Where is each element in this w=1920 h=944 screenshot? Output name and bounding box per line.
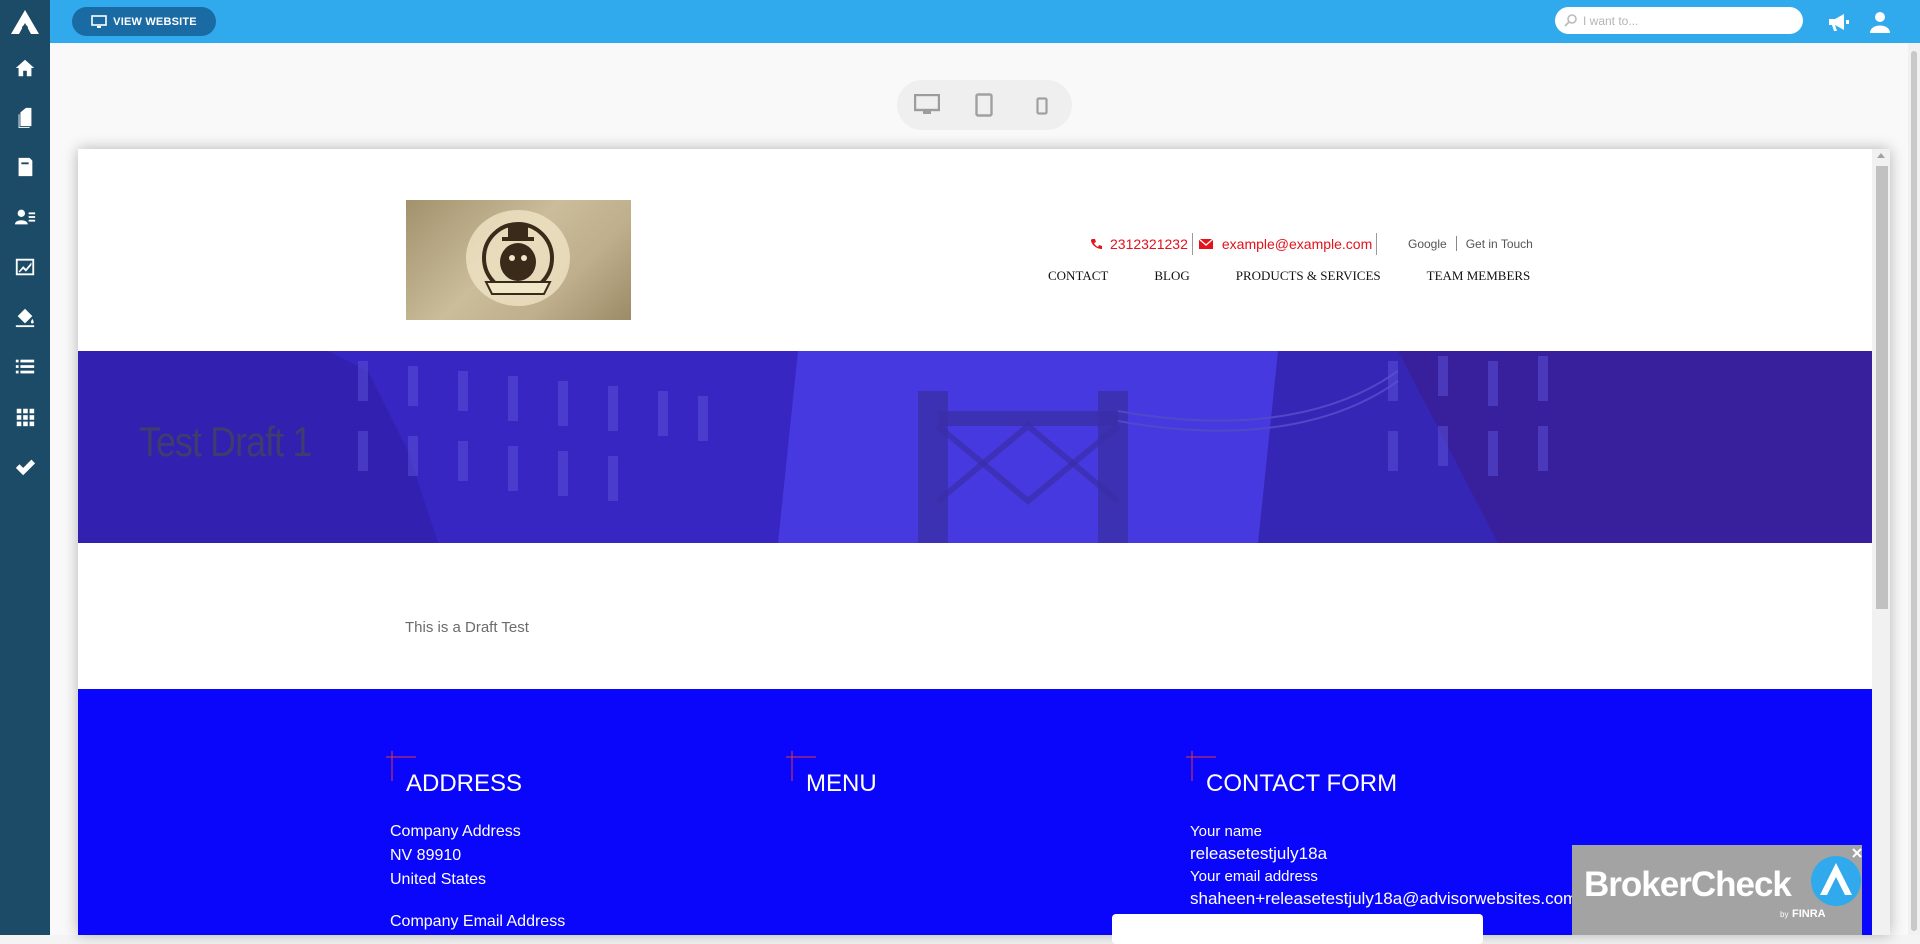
header-contact-info: 2312321232 example@example.com (1090, 233, 1381, 255)
search-placeholder: I want to... (1583, 13, 1639, 28)
top-bar: VIEW WEBSITE I want to... (50, 0, 1920, 43)
left-sidebar (0, 0, 50, 935)
tablet-preview-icon[interactable] (975, 93, 993, 117)
user-account-icon[interactable] (1868, 10, 1892, 34)
contacts-icon[interactable] (13, 205, 37, 229)
brokercheck-badge[interactable]: BrokerCheck by FINRA (1572, 845, 1862, 935)
device-preview-switcher (897, 80, 1072, 130)
app-logo-icon[interactable] (11, 10, 39, 34)
phone-icon (1091, 239, 1102, 249)
footer-menu-heading: MENU (806, 770, 877, 797)
search-input[interactable]: I want to... (1555, 7, 1803, 34)
nav-contact[interactable]: CONTACT (1048, 268, 1108, 284)
footer-email-heading: Company Email Address (390, 913, 566, 930)
hero-bridge-image (78, 351, 1872, 543)
link-google[interactable]: Google (1408, 237, 1447, 251)
header-utility-links: Google Get in Touch (1408, 236, 1533, 251)
link-get-in-touch[interactable]: Get in Touch (1466, 237, 1533, 251)
contact-subject-input[interactable] (1112, 914, 1483, 944)
view-website-label: VIEW WEBSITE (113, 15, 197, 28)
pages-icon[interactable] (13, 105, 37, 129)
list-icon[interactable] (13, 355, 37, 379)
email-envelope-icon (1198, 239, 1213, 249)
desktop-preview-icon[interactable] (914, 94, 940, 116)
footer-address-heading: ADDRESS (406, 770, 523, 797)
brokercheck-by: by (1780, 910, 1789, 919)
home-icon[interactable] (13, 56, 37, 80)
editor-scrollbar[interactable] (1908, 43, 1920, 935)
hero-banner: Test Draft 1 (78, 351, 1872, 543)
design-bucket-icon[interactable] (13, 305, 37, 329)
announcement-megaphone-icon[interactable] (1826, 10, 1850, 34)
preview-scrollbar[interactable] (1872, 149, 1890, 935)
close-icon[interactable] (1852, 848, 1862, 858)
brokercheck-label: BrokerCheck (1584, 865, 1792, 904)
contact-name-label: Your name (1190, 823, 1262, 840)
checkmark-icon[interactable] (13, 455, 37, 479)
page-body-text: This is a Draft Test (405, 619, 529, 636)
documents-icon[interactable] (13, 155, 37, 179)
contact-email-value[interactable]: shaheen+releasetestjuly18a@advisorwebsit… (1190, 889, 1577, 909)
scroll-up-arrow-icon[interactable] (1877, 153, 1885, 158)
header-phone[interactable]: 2312321232 (1110, 236, 1188, 252)
nav-team-members[interactable]: TEAM MEMBERS (1427, 268, 1531, 284)
analytics-icon[interactable] (13, 255, 37, 279)
search-icon (1564, 14, 1577, 27)
nav-blog[interactable]: BLOG (1154, 268, 1189, 284)
business-cat-logo-icon (466, 210, 570, 306)
brokercheck-support-icon[interactable] (1810, 855, 1862, 907)
site-logo[interactable] (406, 200, 631, 320)
mobile-preview-icon[interactable] (1036, 97, 1048, 115)
footer-address-line-2: NV 89910 (390, 847, 462, 864)
brokercheck-finra: FINRA (1792, 908, 1826, 920)
contact-name-value[interactable]: releasetestjuly18a (1190, 844, 1327, 864)
footer-address-line-1: Company Address (390, 823, 521, 840)
apps-grid-icon[interactable] (13, 405, 37, 429)
contact-email-label: Your email address (1190, 868, 1318, 885)
footer-contact-heading: CONTACT FORM (1206, 770, 1398, 797)
monitor-icon (91, 14, 107, 28)
website-preview-frame: 2312321232 example@example.com Google Ge… (78, 149, 1890, 935)
view-website-button[interactable]: VIEW WEBSITE (72, 7, 216, 36)
nav-products-services[interactable]: PRODUCTS & SERVICES (1236, 268, 1381, 284)
header-email[interactable]: example@example.com (1222, 236, 1372, 252)
site-main-nav: CONTACT BLOG PRODUCTS & SERVICES TEAM ME… (1048, 268, 1576, 284)
footer-address-line-3: United States (390, 871, 487, 888)
hero-title: Test Draft 1 (139, 418, 312, 465)
